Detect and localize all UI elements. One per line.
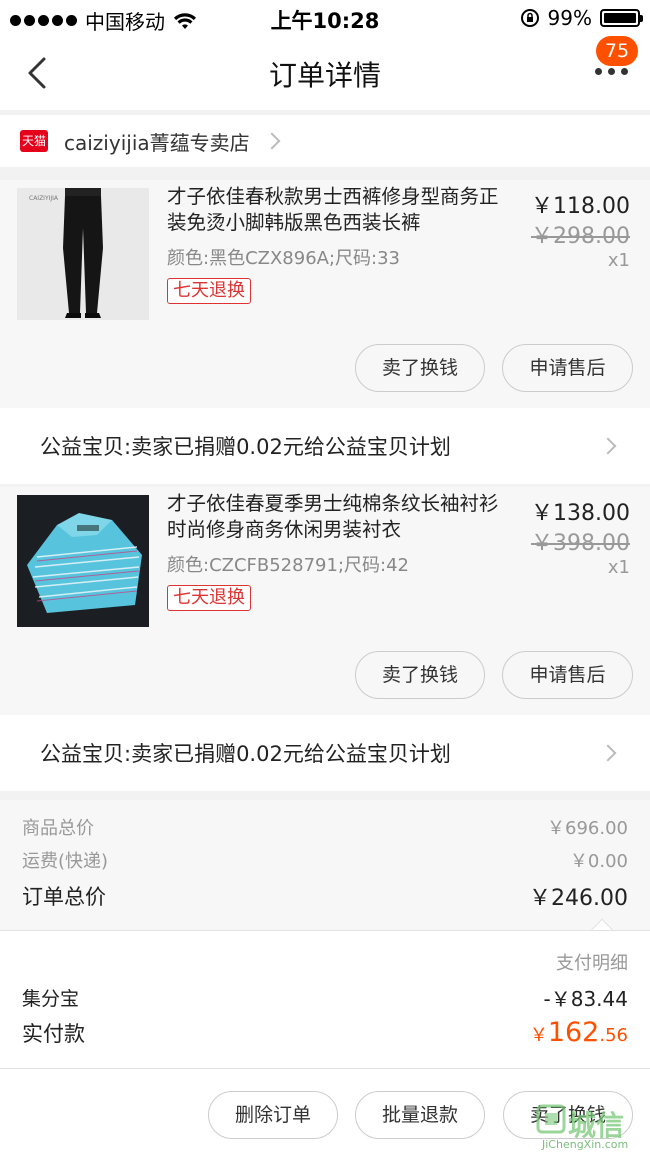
goods-total-label: 商品总价 <box>22 818 94 839</box>
chevron-right-icon <box>263 132 281 150</box>
goods-total-value: ￥696.00 <box>547 818 628 839</box>
paid-label: 实付款 <box>22 1021 85 1046</box>
battery-icon <box>600 9 643 27</box>
paid-amount: ￥162.56 <box>530 1017 628 1048</box>
battery-percent: 99% <box>547 6 592 30</box>
chevron-right-icon <box>599 744 617 762</box>
shipping-row: 运费(快递) ￥0.00 <box>22 847 628 873</box>
payment-details: 支付明细 集分宝 -￥83.44 实付款 ￥162.56 <box>0 930 650 1068</box>
product-quantity: x1 <box>607 250 630 271</box>
batch-refund-button[interactable]: 批量退款 <box>355 1091 485 1139</box>
seven-day-return-tag: 七天退换 <box>167 278 251 304</box>
sell-for-cash-button[interactable]: 卖了换钱 <box>355 344 485 392</box>
product-image-pants[interactable]: CAIZIYIJIA <box>17 188 149 320</box>
product-original-price: ￥298.00 <box>531 224 630 249</box>
rotation-lock-icon <box>520 9 539 27</box>
watermark-url: JiChengXin.com <box>542 1138 629 1151</box>
product-original-price: ￥398.00 <box>531 531 630 556</box>
page-title: 订单详情 <box>268 59 381 92</box>
paid-decimal: .56 <box>599 1025 628 1046</box>
after-sales-button[interactable]: 申请售后 <box>502 344 633 392</box>
product-image-shirt[interactable] <box>17 495 149 627</box>
product-sku: 颜色:CZCFB528791;尺码:42 <box>167 555 409 576</box>
paid-integer: 162 <box>547 1017 600 1048</box>
charity-row[interactable]: 公益宝贝:卖家已捐赠0.02元给公益宝贝计划 <box>0 408 650 484</box>
points-row: 集分宝 -￥83.44 <box>22 983 628 1012</box>
order-item[interactable]: 才子依佳春夏季男士纯棉条纹长袖衬衫时尚修身商务休闲男装衬衣 颜色:CZCFB52… <box>0 487 650 715</box>
product-price: ￥138.00 <box>531 501 630 526</box>
charity-text: 公益宝贝:卖家已捐赠0.02元给公益宝贝计划 <box>40 435 451 459</box>
product-quantity: x1 <box>607 557 630 578</box>
product-title[interactable]: 才子依佳春秋款男士西裤修身型商务正装免烫小脚韩版黑色西装长裤 <box>167 184 512 236</box>
delete-order-button[interactable]: 删除订单 <box>208 1091 338 1139</box>
points-label: 集分宝 <box>22 988 80 1010</box>
status-right: 99% <box>520 6 643 30</box>
product-title[interactable]: 才子依佳春夏季男士纯棉条纹长袖衬衫时尚修身商务休闲男装衬衣 <box>167 491 512 543</box>
shipping-value: ￥0.00 <box>569 851 628 872</box>
svg-text:CAIZIYIJIA: CAIZIYIJIA <box>29 195 59 202</box>
points-value: -￥83.44 <box>543 987 628 1011</box>
paid-currency: ￥ <box>529 1025 548 1046</box>
chevron-right-icon <box>599 437 617 455</box>
paid-row: 实付款 ￥162.56 <box>22 1017 628 1048</box>
shop-name: caiziyijia菁蕴专卖店 <box>64 130 250 155</box>
charity-row[interactable]: 公益宝贝:卖家已捐赠0.02元给公益宝贝计划 <box>0 715 650 791</box>
product-sku: 颜色:黑色CZX896A;尺码:33 <box>167 248 400 269</box>
watermark-icon <box>536 1104 566 1134</box>
seven-day-return-tag: 七天退换 <box>167 585 251 611</box>
product-price: ￥118.00 <box>531 194 630 219</box>
watermark: 城信 JiChengXin.com <box>526 1100 646 1156</box>
status-bar: 中国移动 上午10:28 99% <box>0 0 650 36</box>
order-total-value: ￥246.00 <box>529 886 628 911</box>
shipping-label: 运费(快递) <box>22 851 109 872</box>
more-menu-icon[interactable] <box>595 68 628 75</box>
order-total-label: 订单总价 <box>22 885 106 909</box>
sell-for-cash-button[interactable]: 卖了换钱 <box>355 651 485 699</box>
charity-text: 公益宝贝:卖家已捐赠0.02元给公益宝贝计划 <box>40 742 451 766</box>
nav-bar: 订单详情 75 <box>0 36 650 110</box>
payment-detail-label[interactable]: 支付明细 <box>556 949 628 975</box>
order-total-row: 订单总价 ￥246.00 <box>22 880 628 912</box>
after-sales-button[interactable]: 申请售后 <box>502 651 633 699</box>
order-item[interactable]: CAIZIYIJIA 才子依佳春秋款男士西裤修身型商务正装免烫小脚韩版黑色西装长… <box>0 180 650 408</box>
tmall-icon: 天猫 <box>20 130 48 152</box>
shop-row[interactable]: 天猫 caiziyijia菁蕴专卖店 <box>0 115 650 167</box>
message-count-badge[interactable]: 75 <box>596 36 638 66</box>
order-totals: 商品总价 ￥696.00 运费(快递) ￥0.00 订单总价 ￥246.00 <box>0 800 650 942</box>
goods-total-row: 商品总价 ￥696.00 <box>22 814 628 840</box>
